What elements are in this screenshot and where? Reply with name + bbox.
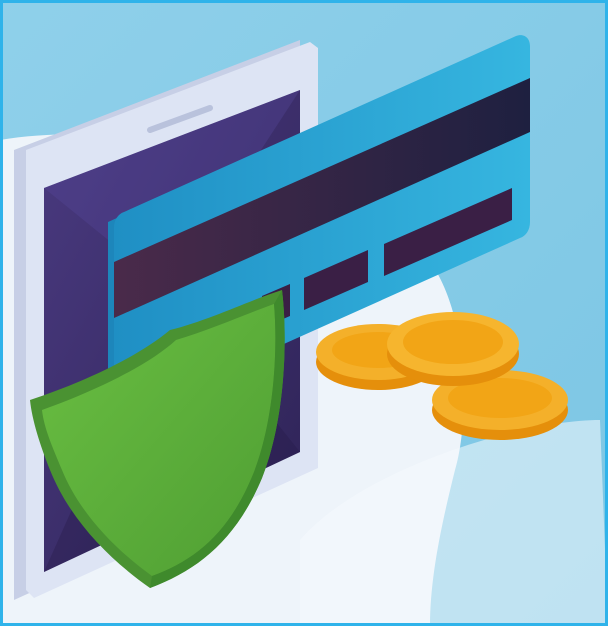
- payment-security-illustration: [0, 0, 608, 626]
